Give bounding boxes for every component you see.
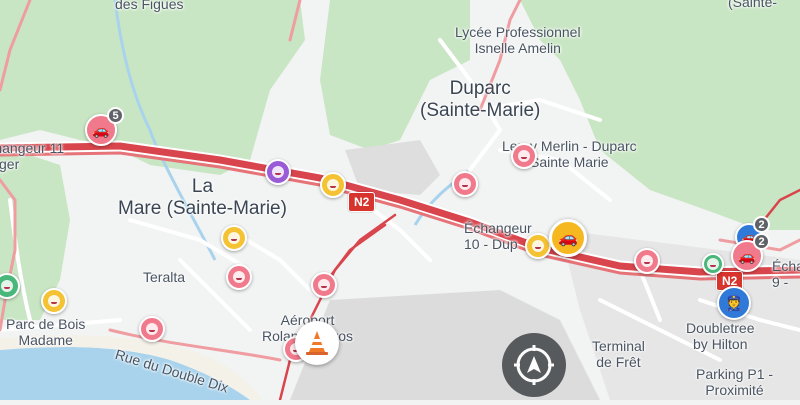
police-icon: 👮 — [724, 295, 744, 312]
wazer-face-icon — [327, 179, 339, 191]
hazard-marker[interactable] — [295, 321, 339, 365]
wazer-marker[interactable] — [511, 143, 537, 169]
accident-icon: 🚗 — [92, 121, 110, 138]
police-report-marker[interactable]: 👮 — [717, 286, 751, 320]
wazer-marker[interactable] — [525, 233, 551, 259]
place-label-la-mare[interactable]: La Mare (Sainte-Marie) — [118, 176, 287, 220]
place-label-echangeur-11[interactable]: Échangeur 11 Verger — [0, 140, 64, 172]
cluster-count-badge: 2 — [753, 216, 770, 233]
wazer-marker[interactable] — [702, 253, 724, 275]
compass-button[interactable] — [502, 333, 566, 397]
place-label-doubletree[interactable]: Doubletree by Hilton — [686, 320, 755, 352]
accident-report-marker[interactable]: 🚗 — [549, 219, 587, 257]
wazer-marker[interactable] — [320, 172, 346, 198]
place-label-terminal-fret[interactable]: Terminal de Frêt — [592, 338, 645, 370]
wazer-face-icon — [228, 232, 240, 244]
compass-icon — [514, 345, 554, 385]
wazer-face-icon — [146, 323, 158, 335]
accident-icon: 🚗 — [738, 247, 756, 264]
place-label-echangeur-10[interactable]: Échangeur 10 - Dup — [464, 220, 532, 252]
map-canvas[interactable]: N2 N2 des Figues Lycée Professionnel Isn… — [0, 0, 800, 402]
wazer-marker[interactable] — [311, 272, 337, 298]
road-shield-n2: N2 — [348, 192, 376, 212]
accident-cluster-marker[interactable]: 🚗 2 — [731, 233, 770, 272]
wazer-face-icon — [518, 150, 530, 162]
place-label-sainte[interactable]: (Sainte- — [728, 0, 777, 10]
place-label-teralta[interactable]: Teralta — [143, 269, 185, 285]
accident-icon: 🚗 — [558, 230, 578, 247]
wazer-face-icon — [1, 280, 13, 292]
wazer-face-icon — [318, 279, 330, 291]
wazer-marker[interactable] — [452, 171, 478, 197]
cluster-count-badge: 5 — [107, 107, 124, 124]
wazer-marker[interactable] — [634, 248, 660, 274]
wazer-face-icon — [532, 240, 544, 252]
wazer-marker[interactable] — [139, 316, 165, 342]
wazer-marker[interactable] — [265, 159, 291, 185]
cluster-count-badge: 2 — [753, 233, 770, 250]
wazer-face-icon — [707, 258, 719, 270]
place-label-parking-p1[interactable]: Parking P1 - Proximité — [696, 366, 773, 398]
wazer-face-icon — [641, 255, 653, 267]
place-label-parc-bois-madame[interactable]: Parc de Bois Madame — [6, 316, 85, 348]
wazer-face-icon — [272, 166, 284, 178]
wazer-marker[interactable] — [41, 288, 67, 314]
accident-cluster-marker[interactable]: 🚗 5 — [85, 107, 124, 146]
wazer-face-icon — [233, 271, 245, 283]
wazer-marker[interactable] — [226, 264, 252, 290]
wazer-face-icon — [48, 295, 60, 307]
wazer-marker[interactable] — [221, 225, 247, 251]
place-label-des-figues[interactable]: des Figues — [115, 0, 183, 12]
traffic-cone-icon — [306, 331, 328, 355]
place-label-echangeur-9[interactable]: Échan 9 - — [772, 258, 800, 290]
place-label-duparc[interactable]: Duparc (Sainte-Marie) — [420, 78, 540, 122]
place-label-lycee[interactable]: Lycée Professionnel Isnelle Amelin — [455, 24, 581, 56]
wazer-face-icon — [459, 178, 471, 190]
